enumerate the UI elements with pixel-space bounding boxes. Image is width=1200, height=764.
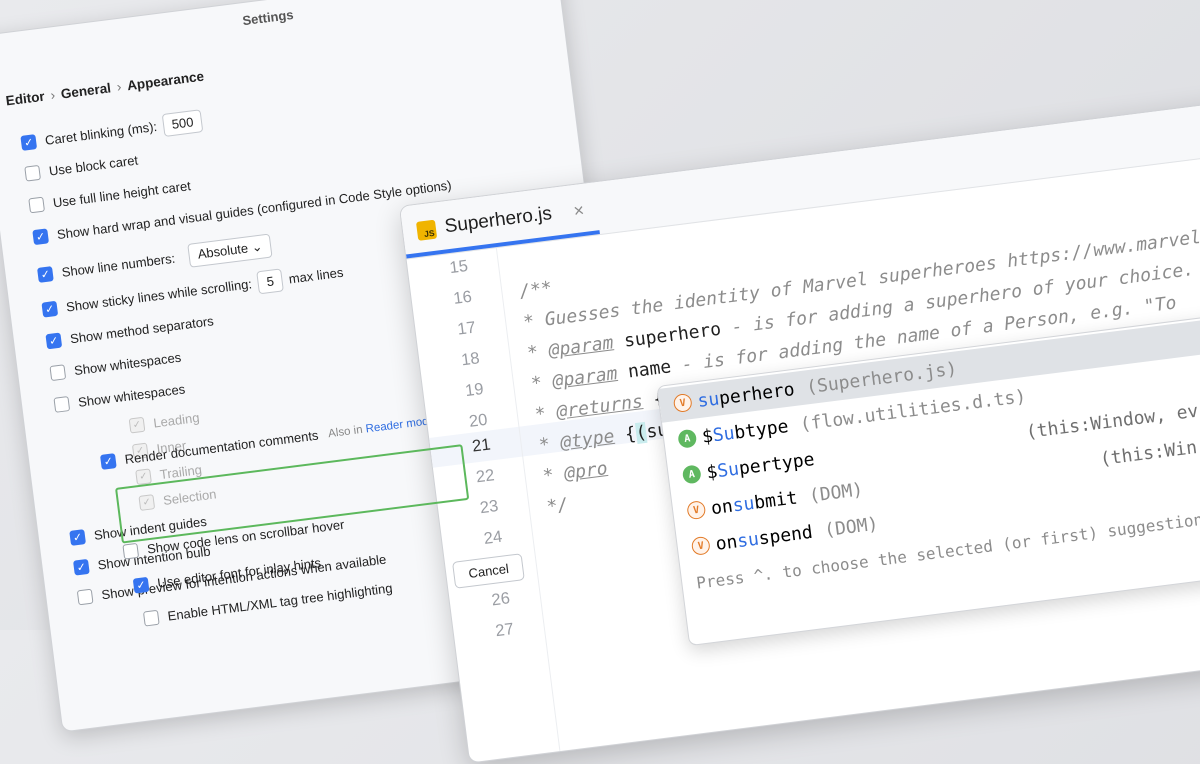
code-lens-checkbox[interactable] [122, 542, 140, 560]
tag-tree-checkbox[interactable] [142, 609, 160, 627]
editor-font-inlay-row: ✓ Use editor font for inlay hints [132, 555, 322, 594]
settings-bottom-rows: Show code lens on scrollbar hover ✓ Use … [0, 0, 1200, 630]
editor-font-inlay-checkbox[interactable]: ✓ [132, 576, 150, 594]
cancel-button[interactable]: Cancel [452, 553, 526, 589]
